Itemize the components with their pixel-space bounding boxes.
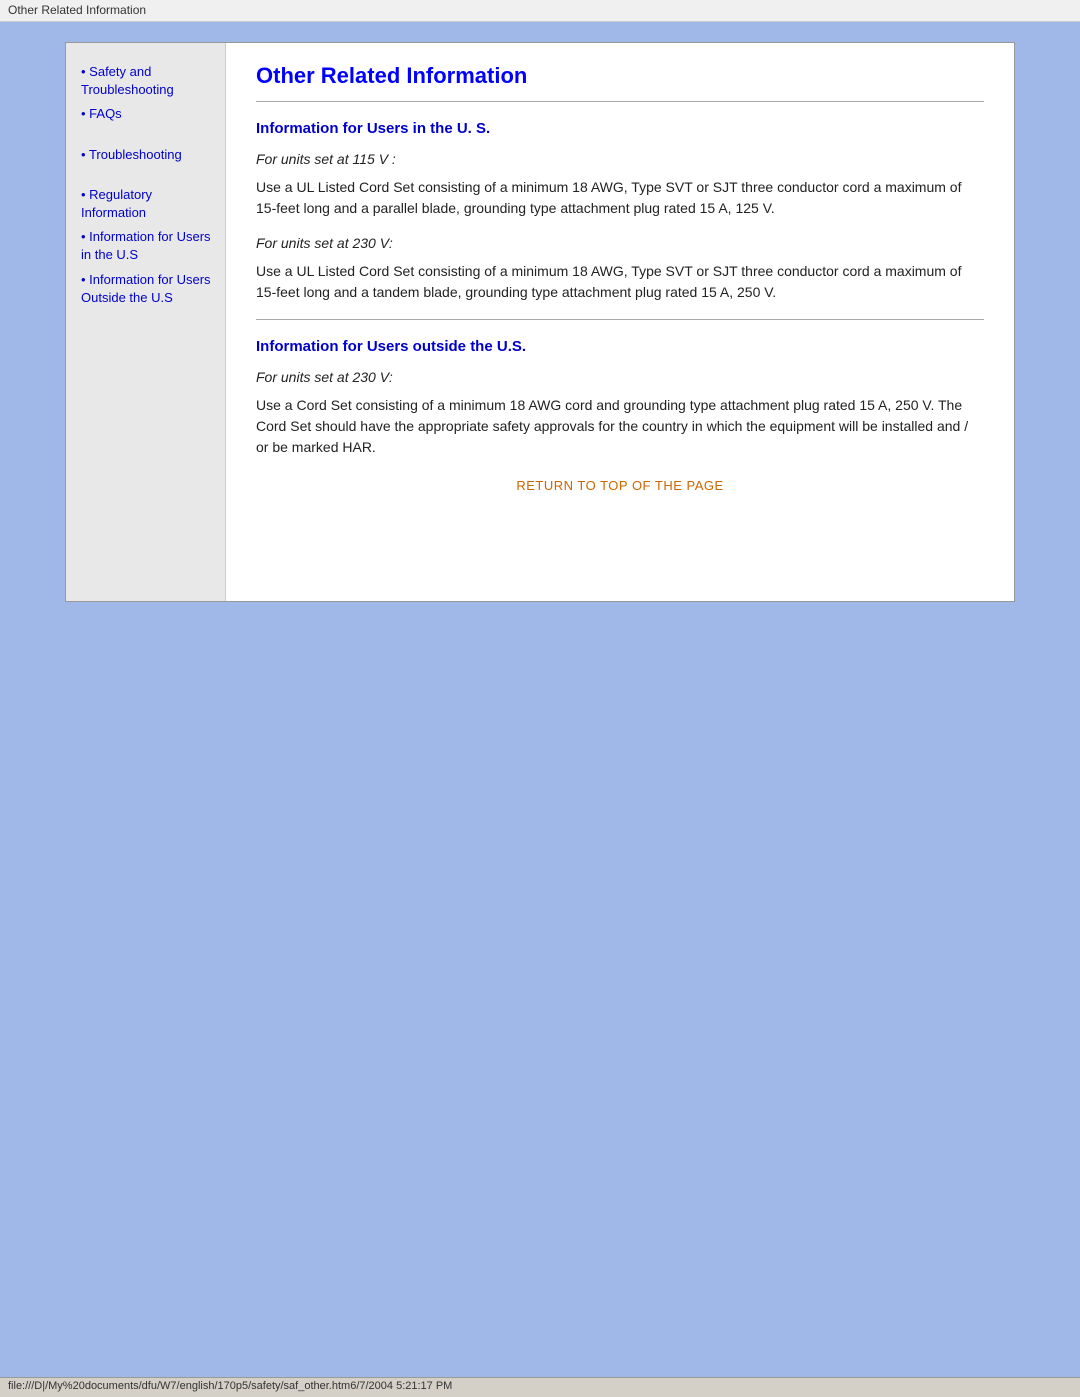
blue-bg-bottom bbox=[0, 642, 1080, 1142]
sidebar-item-troubleshooting[interactable]: Troubleshooting bbox=[81, 146, 215, 164]
sidebar-item-faqs[interactable]: FAQs bbox=[81, 105, 215, 123]
section1-block1-text: Use a UL Listed Cord Set consisting of a… bbox=[256, 177, 984, 219]
title-bar: Other Related Information bbox=[0, 0, 1080, 22]
content-area: Other Related Information Information fo… bbox=[226, 43, 1014, 601]
status-bar: file:///D|/My%20documents/dfu/W7/english… bbox=[0, 1377, 1080, 1397]
sidebar: Safety and Troubleshooting FAQs Troubles… bbox=[66, 43, 226, 601]
title-bar-text: Other Related Information bbox=[8, 3, 146, 17]
section1-block2-label: For units set at 230 V: bbox=[256, 235, 984, 251]
section2-title: Information for Users outside the U.S. bbox=[256, 338, 984, 355]
divider-1 bbox=[256, 101, 984, 102]
divider-2 bbox=[256, 319, 984, 320]
main-wrapper: Safety and Troubleshooting FAQs Troubles… bbox=[0, 22, 1080, 642]
sidebar-item-safety[interactable]: Safety and Troubleshooting bbox=[81, 63, 215, 99]
section1-block2-text: Use a UL Listed Cord Set consisting of a… bbox=[256, 261, 984, 303]
page-container: Safety and Troubleshooting FAQs Troubles… bbox=[65, 42, 1015, 602]
return-to-top-link[interactable]: RETURN TO TOP OF THE PAGE bbox=[256, 478, 984, 493]
section2-block1-label: For units set at 230 V: bbox=[256, 369, 984, 385]
page-title: Other Related Information bbox=[256, 63, 984, 89]
status-bar-text: file:///D|/My%20documents/dfu/W7/english… bbox=[8, 1380, 452, 1392]
section1-title: Information for Users in the U. S. bbox=[256, 120, 984, 137]
sidebar-item-regulatory[interactable]: Regulatory Information bbox=[81, 186, 215, 222]
section1-block1-label: For units set at 115 V : bbox=[256, 151, 984, 167]
sidebar-item-info-outside[interactable]: Information for Users Outside the U.S bbox=[81, 271, 215, 307]
section2-block1-text: Use a Cord Set consisting of a minimum 1… bbox=[256, 395, 984, 458]
sidebar-item-info-us[interactable]: Information for Users in the U.S bbox=[81, 228, 215, 264]
